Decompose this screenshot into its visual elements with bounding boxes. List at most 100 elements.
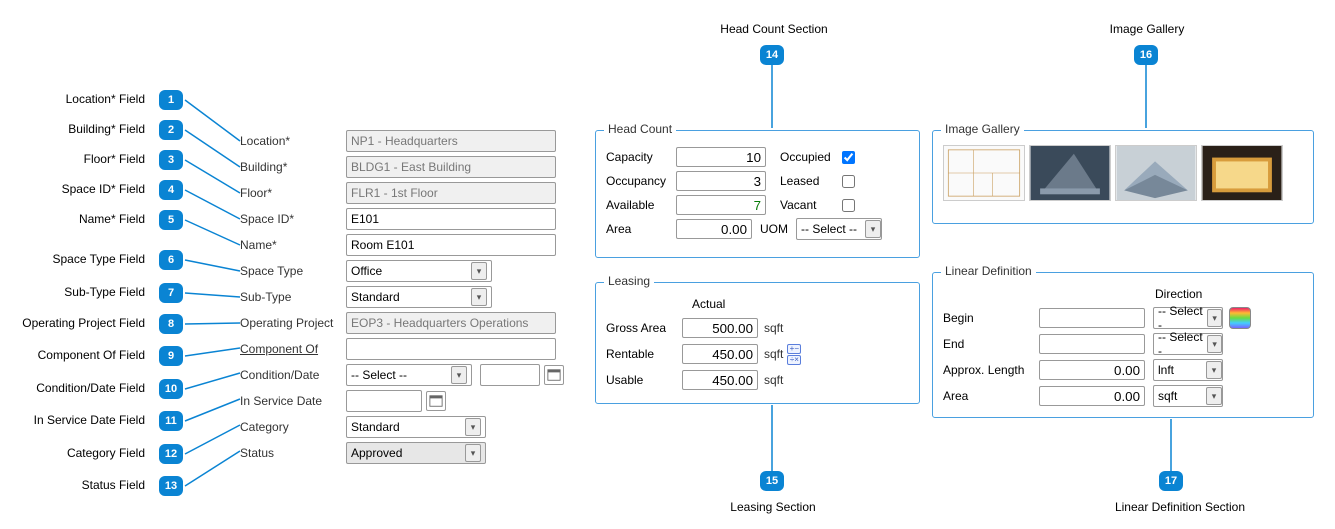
leased-label: Leased [780, 174, 842, 188]
building-field[interactable] [346, 156, 556, 178]
inservice-field[interactable] [346, 390, 422, 412]
usable-field[interactable] [682, 370, 758, 390]
chevron-down-icon [465, 444, 481, 462]
condition-date-field[interactable] [480, 364, 540, 386]
componentof-field[interactable] [346, 338, 556, 360]
annotation-label-8: Operating Project Field [0, 316, 145, 330]
gross-unit: sqft [764, 321, 783, 335]
floor-field[interactable] [346, 182, 556, 204]
chevron-down-icon [465, 418, 481, 436]
vacant-label: Vacant [780, 198, 842, 212]
begin-dir-select[interactable]: -- Select - [1153, 307, 1223, 329]
sqft-value: sqft [1158, 389, 1177, 403]
annotation-label-2: Building* Field [0, 122, 145, 136]
callout-8: 8 [159, 314, 183, 334]
hc-area-label: Area [606, 222, 676, 236]
opproj-label: Operating Project [240, 316, 346, 330]
occupancy-label: Occupancy [606, 174, 676, 188]
spacetype-select[interactable]: Office [346, 260, 492, 282]
chevron-down-icon [471, 288, 487, 306]
name-field[interactable] [346, 234, 556, 256]
uom-select[interactable]: -- Select -- [796, 218, 882, 240]
available-field[interactable] [676, 195, 766, 215]
callout-9: 9 [159, 346, 183, 366]
annotation-label-9: Component Of Field [0, 348, 145, 362]
location-field[interactable] [346, 130, 556, 152]
vacant-checkbox[interactable] [842, 199, 855, 212]
annotation-label-14: Head Count Section [704, 22, 844, 36]
callout-15: 15 [760, 471, 784, 491]
occupied-checkbox[interactable] [842, 151, 855, 164]
callout-10: 10 [159, 379, 183, 399]
hc-area-field[interactable] [676, 219, 752, 239]
linear-area-field[interactable] [1039, 386, 1145, 406]
lnft-select[interactable]: lnft [1153, 359, 1223, 381]
headcount-legend: Head Count [604, 122, 676, 136]
callout-16: 16 [1134, 45, 1158, 65]
end-field[interactable] [1039, 334, 1145, 354]
linear-legend: Linear Definition [941, 264, 1036, 278]
approx-field[interactable] [1039, 360, 1145, 380]
spaceid-field[interactable] [346, 208, 556, 230]
direction-header: Direction [1155, 287, 1303, 301]
calc-buttons[interactable]: +−÷× [787, 344, 801, 365]
linear-definition-section: Linear Definition Direction Begin -- Sel… [932, 272, 1314, 418]
usable-label: Usable [606, 373, 682, 387]
color-picker-icon[interactable] [1229, 307, 1251, 329]
callout-13: 13 [159, 476, 183, 496]
subtype-select[interactable]: Standard [346, 286, 492, 308]
begin-label: Begin [943, 311, 1039, 325]
subtype-label: Sub-Type [240, 290, 346, 304]
callout-3: 3 [159, 150, 183, 170]
calendar-icon[interactable] [426, 391, 446, 411]
chevron-down-icon [865, 220, 881, 238]
gallery-thumb-render-1[interactable] [1115, 145, 1197, 201]
gallery-thumb-building-1[interactable] [1029, 145, 1111, 201]
callout-12: 12 [159, 444, 183, 464]
callout-4: 4 [159, 180, 183, 200]
chevron-down-icon [471, 262, 487, 280]
occupancy-field[interactable] [676, 171, 766, 191]
callout-7: 7 [159, 283, 183, 303]
sqft-select[interactable]: sqft [1153, 385, 1223, 407]
gallery-thumb-floorplan[interactable] [943, 145, 1025, 201]
headcount-section: Head Count Capacity Occupied Occupancy L… [595, 130, 920, 258]
annotation-label-6: Space Type Field [0, 252, 145, 266]
approx-label: Approx. Length [943, 363, 1039, 377]
condition-select[interactable]: -- Select -- [346, 364, 472, 386]
available-label: Available [606, 198, 676, 212]
annotation-label-12: Category Field [0, 446, 145, 460]
chevron-down-icon [451, 366, 467, 384]
chevron-down-icon [1207, 309, 1222, 327]
status-select[interactable]: Approved [346, 442, 486, 464]
opproj-field[interactable] [346, 312, 556, 334]
begin-field[interactable] [1039, 308, 1145, 328]
callout-17: 17 [1159, 471, 1183, 491]
annotation-label-11: In Service Date Field [0, 413, 145, 427]
annotation-label-16: Image Gallery [1092, 22, 1202, 36]
chevron-down-icon [1206, 387, 1222, 405]
callout-14: 14 [760, 45, 784, 65]
annotation-label-15: Leasing Section [718, 500, 828, 514]
capacity-label: Capacity [606, 150, 676, 164]
lnft-value: lnft [1158, 363, 1174, 377]
spacetype-value: Office [351, 264, 382, 278]
inservice-label: In Service Date [240, 394, 346, 408]
category-select[interactable]: Standard [346, 416, 486, 438]
category-label: Category [240, 420, 346, 434]
building-label: Building* [240, 160, 346, 174]
annotation-label-4: Space ID* Field [0, 182, 145, 196]
capacity-field[interactable] [676, 147, 766, 167]
chevron-down-icon [1207, 335, 1222, 353]
uom-label: UOM [760, 222, 788, 236]
annotation-label-13: Status Field [0, 478, 145, 492]
status-label: Status [240, 446, 346, 460]
leased-checkbox[interactable] [842, 175, 855, 188]
gallery-thumb-storefront[interactable] [1201, 145, 1283, 201]
annotation-label-3: Floor* Field [0, 152, 145, 166]
calendar-icon[interactable] [544, 365, 564, 385]
end-dir-select[interactable]: -- Select - [1153, 333, 1223, 355]
gross-field[interactable] [682, 318, 758, 338]
rentable-field[interactable] [682, 344, 758, 364]
componentof-link[interactable]: Component Of [240, 342, 346, 356]
